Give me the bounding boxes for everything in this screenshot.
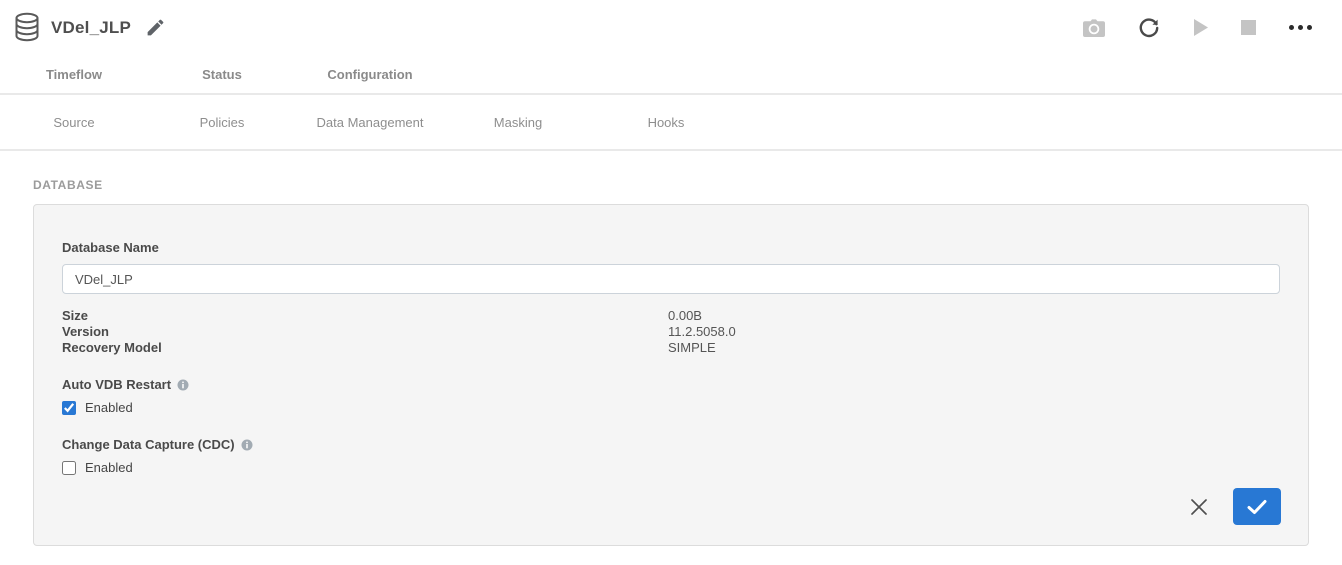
info-value: SIMPLE — [668, 340, 1280, 356]
database-name-input[interactable] — [62, 264, 1280, 294]
checkmark-icon — [1247, 499, 1267, 515]
close-x-icon — [1189, 497, 1209, 517]
subtab-data-management[interactable]: Data Management — [296, 95, 444, 149]
cdc-label: Change Data Capture (CDC) — [62, 437, 235, 452]
tab-status[interactable]: Status — [148, 55, 296, 93]
tab-timeflow[interactable]: Timeflow — [0, 55, 148, 93]
subtab-source[interactable]: Source — [0, 95, 148, 149]
info-value: 0.00B — [668, 308, 1280, 324]
stop-icon[interactable] — [1239, 18, 1258, 37]
edit-pencil-icon[interactable] — [145, 17, 166, 38]
info-icon — [241, 439, 253, 451]
subtab-masking[interactable]: Masking — [444, 95, 592, 149]
info-row-size: Size 0.00B — [62, 308, 1280, 324]
info-label: Size — [62, 308, 668, 324]
database-name-label: Database Name — [62, 240, 1280, 255]
main-content: DATABASE Database Name Size 0.00B Versio… — [0, 178, 1342, 546]
info-icon — [177, 379, 189, 391]
secondary-tab-bar: Source Policies Data Management Masking … — [0, 95, 1342, 151]
tab-configuration[interactable]: Configuration — [296, 55, 444, 93]
primary-tab-bar: Timeflow Status Configuration — [0, 55, 1342, 95]
info-value: 11.2.5058.0 — [668, 324, 1280, 340]
info-row-version: Version 11.2.5058.0 — [62, 324, 1280, 340]
database-info-list: Size 0.00B Version 11.2.5058.0 Recovery … — [62, 308, 1280, 356]
database-icon — [14, 12, 40, 42]
subtab-policies[interactable]: Policies — [148, 95, 296, 149]
auto-vdb-restart-block: Auto VDB Restart Enabled — [62, 377, 1280, 415]
cdc-block: Change Data Capture (CDC) Enabled — [62, 437, 1280, 475]
info-row-recovery-model: Recovery Model SIMPLE — [62, 340, 1280, 356]
auto-vdb-restart-checkbox-row: Enabled — [62, 400, 1280, 415]
auto-vdb-restart-label: Auto VDB Restart — [62, 377, 171, 392]
header-actions — [1081, 15, 1328, 41]
database-section-label: DATABASE — [33, 178, 1309, 192]
subtab-hooks[interactable]: Hooks — [592, 95, 740, 149]
header: VDel_JLP — [0, 0, 1342, 55]
database-panel: Database Name Size 0.00B Version 11.2.50… — [33, 204, 1309, 546]
snapshot-camera-icon[interactable] — [1081, 17, 1107, 39]
info-label: Recovery Model — [62, 340, 668, 356]
info-label: Version — [62, 324, 668, 340]
checkbox-label: Enabled — [85, 400, 133, 415]
more-options-icon[interactable] — [1287, 23, 1314, 32]
cdc-checkbox-row: Enabled — [62, 460, 1280, 475]
checkbox-label: Enabled — [85, 460, 133, 475]
start-play-icon[interactable] — [1191, 17, 1210, 38]
cancel-button[interactable] — [1185, 493, 1213, 521]
cdc-checkbox[interactable] — [62, 461, 76, 475]
page-title: VDel_JLP — [51, 18, 131, 38]
auto-vdb-restart-checkbox[interactable] — [62, 401, 76, 415]
confirm-button[interactable] — [1233, 488, 1281, 525]
refresh-icon[interactable] — [1136, 15, 1162, 41]
panel-footer — [1185, 488, 1281, 525]
